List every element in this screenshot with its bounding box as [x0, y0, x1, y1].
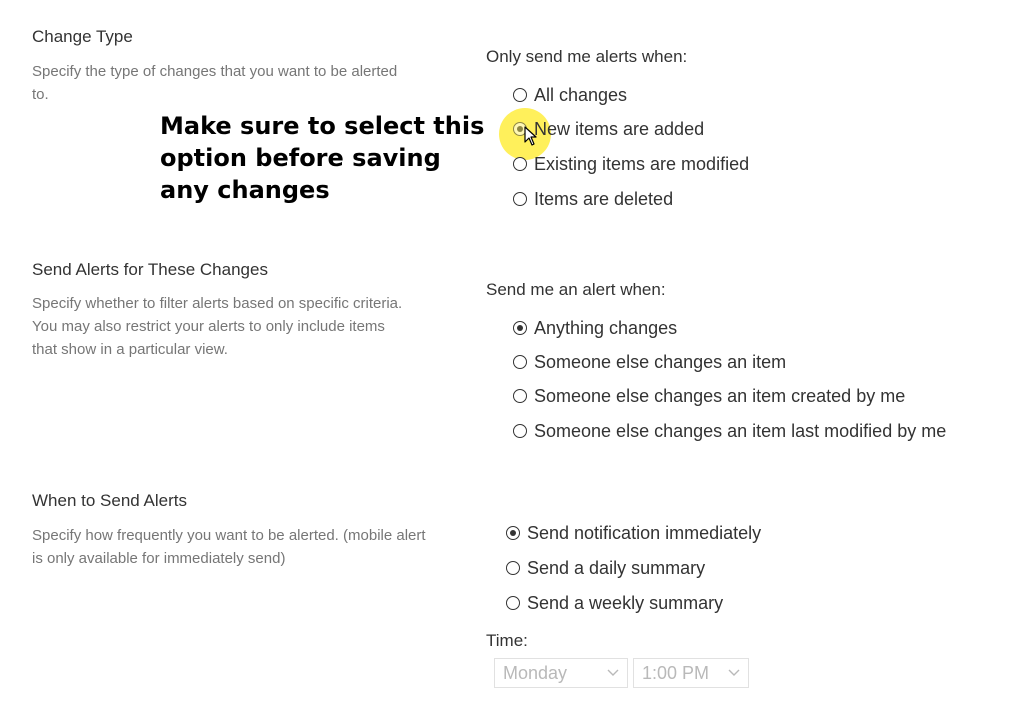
chevron-down-icon [728, 669, 740, 676]
change-type-description: Specify the type of changes that you wan… [32, 63, 398, 103]
radio-new-items-added-label: New items are added [534, 118, 705, 139]
day-select[interactable]: Monday [494, 658, 628, 688]
radio-changes-item-last-modified-by-me-label: Someone else changes an item last modifi… [534, 420, 947, 441]
time-select-value: 1:00 PM [642, 662, 710, 683]
radio-items-deleted-label: Items are deleted [534, 188, 674, 209]
radio-changes-item-created-by-me-label: Someone else changes an item created by … [534, 385, 906, 406]
time-label: Time: [486, 631, 528, 650]
radio-weekly-summary-circle[interactable] [506, 596, 520, 610]
send-alerts-description: Specify whether to filter alerts based o… [32, 295, 403, 358]
radio-weekly-summary-label: Send a weekly summary [527, 592, 724, 613]
radio-items-deleted-circle[interactable] [513, 192, 527, 206]
radio-someone-else-changes-label: Someone else changes an item [534, 351, 787, 372]
change-type-title: Change Type [32, 27, 133, 46]
radio-daily-summary-label: Send a daily summary [527, 557, 706, 578]
when-to-send-title: When to Send Alerts [32, 491, 187, 510]
radio-existing-items-modified[interactable]: Existing items are modified [513, 151, 749, 177]
radio-anything-changes-circle[interactable] [513, 321, 527, 335]
radio-daily-summary-circle[interactable] [506, 561, 520, 575]
radio-all-changes-circle[interactable] [513, 88, 527, 102]
radio-daily-summary[interactable]: Send a daily summary [506, 555, 705, 581]
chevron-down-icon [607, 669, 619, 676]
radio-send-immediately[interactable]: Send notification immediately [506, 520, 761, 546]
radio-anything-changes[interactable]: Anything changes [513, 315, 677, 341]
annotation-callout: Make sure to select this option before s… [160, 112, 485, 204]
radio-new-items-added[interactable]: New items are added [513, 116, 704, 142]
day-select-value: Monday [503, 662, 568, 683]
radio-changes-item-created-by-me-circle[interactable] [513, 389, 527, 403]
radio-changes-item-last-modified-by-me[interactable]: Someone else changes an item last modifi… [513, 418, 946, 444]
radio-send-immediately-circle[interactable] [506, 526, 520, 540]
when-to-send-description: Specify how frequently you want to be al… [32, 527, 426, 567]
send-alerts-prompt: Send me an alert when: [486, 280, 666, 299]
radio-anything-changes-label: Anything changes [534, 317, 678, 338]
radio-existing-items-modified-circle[interactable] [513, 157, 527, 171]
change-type-prompt: Only send me alerts when: [486, 47, 688, 66]
radio-changes-item-last-modified-by-me-circle[interactable] [513, 424, 527, 438]
radio-someone-else-changes-circle[interactable] [513, 355, 527, 369]
radio-someone-else-changes[interactable]: Someone else changes an item [513, 349, 786, 375]
mouse-cursor-icon [524, 126, 537, 146]
radio-items-deleted[interactable]: Items are deleted [513, 186, 673, 212]
time-select[interactable]: 1:00 PM [633, 658, 749, 688]
radio-all-changes-label: All changes [534, 84, 628, 105]
send-alerts-title: Send Alerts for These Changes [32, 260, 268, 279]
radio-existing-items-modified-label: Existing items are modified [534, 153, 750, 174]
radio-changes-item-created-by-me[interactable]: Someone else changes an item created by … [513, 383, 905, 409]
radio-send-immediately-label: Send notification immediately [527, 522, 762, 543]
radio-all-changes[interactable]: All changes [513, 82, 627, 108]
radio-weekly-summary[interactable]: Send a weekly summary [506, 590, 723, 616]
